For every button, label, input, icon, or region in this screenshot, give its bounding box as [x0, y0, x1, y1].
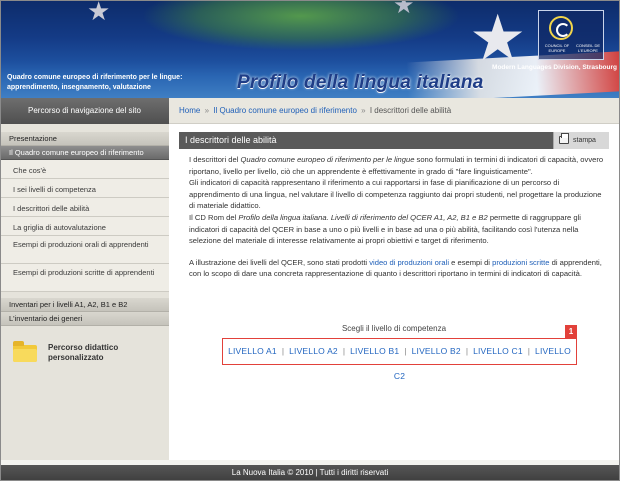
paragraph-intro: I descrittori del Quadro comune europeo … — [189, 154, 604, 247]
council-of-europe-logo: COUNCIL OF EUROPE CONSEIL DE L'EUROPE — [538, 10, 604, 60]
text-emphasis: Profilo della lingua italiana. Livelli d… — [238, 212, 488, 222]
percorso-didattico-label[interactable]: Percorso didattico personalizzato — [48, 343, 158, 363]
level-separator: | — [465, 346, 469, 356]
print-label: stampa — [573, 137, 596, 144]
text: I descrittori del — [189, 155, 241, 164]
content-header: I descrittori delle abilità stampa — [179, 132, 609, 149]
logo-text-fr: CONSEIL DE L'EUROPE — [575, 43, 601, 53]
breadcrumb-separator: » — [361, 106, 366, 115]
paragraph-illustrazione: A illustrazione dei livelli del QCER, so… — [189, 257, 604, 280]
sidebar-item-descrittori[interactable]: I descrittori delle abilità — [1, 198, 169, 217]
level-separator: | — [342, 346, 346, 356]
level-b1-link[interactable]: LIVELLO B1 — [350, 346, 399, 356]
level-separator: | — [527, 346, 531, 356]
text: Il CD Rom del — [189, 212, 239, 222]
sidebar-item-produzioni-orali[interactable]: Esempi di produzioni orali di apprendent… — [1, 236, 169, 264]
percorso-didattico-link[interactable]: Percorso didattico personalizzato — [13, 341, 163, 372]
text-emphasis: Quadro comune europeo di riferimento per… — [240, 155, 415, 164]
levels-title: Scegli il livello di competenza — [341, 324, 447, 333]
header-subtitle: Quadro comune europeo di riferimento per… — [7, 74, 183, 91]
sidebar-item-griglia[interactable]: La griglia di autovalutazione — [1, 217, 169, 236]
breadcrumb-current: I descrittori delle abilità — [369, 106, 452, 115]
text: e esempi di — [449, 257, 493, 267]
level-separator: | — [281, 346, 285, 356]
printer-icon — [559, 133, 569, 144]
folder-icon — [13, 341, 37, 362]
breadcrumb: Home » Il Quadro comune europeo di rifer… — [169, 98, 619, 124]
star-icon: ★ — [393, 1, 415, 19]
sidebar-item-produzioni-scritte[interactable]: Esempi di produzioni scritte di apprende… — [1, 264, 169, 292]
star-icon: ★ — [469, 2, 527, 76]
main-content: I descrittori delle abilità stampa I des… — [169, 124, 619, 460]
sidebar-section-generi[interactable]: L'inventario dei generi — [1, 312, 169, 326]
nav-path-label: Percorso di navigazione del sito — [1, 98, 169, 124]
text: Gli indicatori di capacità rappresentano… — [189, 178, 602, 211]
level-separator: | — [404, 346, 407, 356]
annotation-badge: 1 — [565, 325, 577, 338]
star-icon: ★ — [87, 1, 111, 27]
level-a2-link[interactable]: LIVELLO A2 — [289, 346, 338, 356]
site-header: ★ ★ ★ COUNCIL OF EUROPE CONSEIL DE L'EUR… — [1, 1, 619, 98]
link-produzioni-scritte[interactable]: produzioni scritte — [492, 258, 549, 267]
sidebar-item-che-cose[interactable]: Che cos'è — [1, 160, 169, 179]
level-b2-link[interactable]: LIVELLO B2 — [412, 346, 461, 356]
sidebar-section-presentazione[interactable]: Presentazione — [1, 132, 169, 146]
page-frame: ★ ★ ★ COUNCIL OF EUROPE CONSEIL DE L'EUR… — [0, 0, 620, 481]
sidebar-section-inventari[interactable]: Inventari per i livelli A1, A2, B1 e B2 — [1, 298, 169, 312]
levels-selector: LIVELLO A1 | LIVELLO A2 | LIVELLO B1 | LIVELLO… — [222, 338, 577, 381]
sidebar: Presentazione Il Quadro comune europeo d… — [1, 124, 169, 460]
logo-emblem-icon — [549, 16, 573, 40]
breadcrumb-quadro[interactable]: Il Quadro comune europeo di riferimento — [213, 106, 357, 115]
content-title: I descrittori delle abilità — [185, 135, 277, 145]
breadcrumb-home[interactable]: Home — [179, 106, 200, 115]
site-footer: La Nuova Italia © 2010 | Tutti i diritti… — [1, 465, 619, 480]
level-a1-link[interactable]: LIVELLO A1 — [228, 346, 277, 356]
content-body: I descrittori del Quadro comune europeo … — [189, 154, 604, 290]
logo-text-en: COUNCIL OF EUROPE — [544, 43, 570, 53]
text: A illustrazione dei livelli del QCER, so… — [189, 257, 370, 267]
sidebar-item-sei-livelli[interactable]: I sei livelli di competenza — [1, 179, 169, 198]
level-c1-link[interactable]: LIVELLO C1 — [473, 346, 523, 356]
breadcrumb-separator: » — [204, 106, 210, 115]
navigation-bar: Percorso di navigazione del sito Home » … — [1, 98, 619, 124]
print-button[interactable]: stampa — [553, 132, 609, 149]
link-video-produzioni-orali[interactable]: video di produzioni orali — [369, 258, 449, 267]
division-label: Modern Languages Division, Strasbourg — [492, 64, 617, 71]
page-title: Profilo della lingua italiana — [237, 72, 484, 93]
sidebar-section-quadro[interactable]: Il Quadro comune europeo di riferimento — [1, 146, 169, 160]
